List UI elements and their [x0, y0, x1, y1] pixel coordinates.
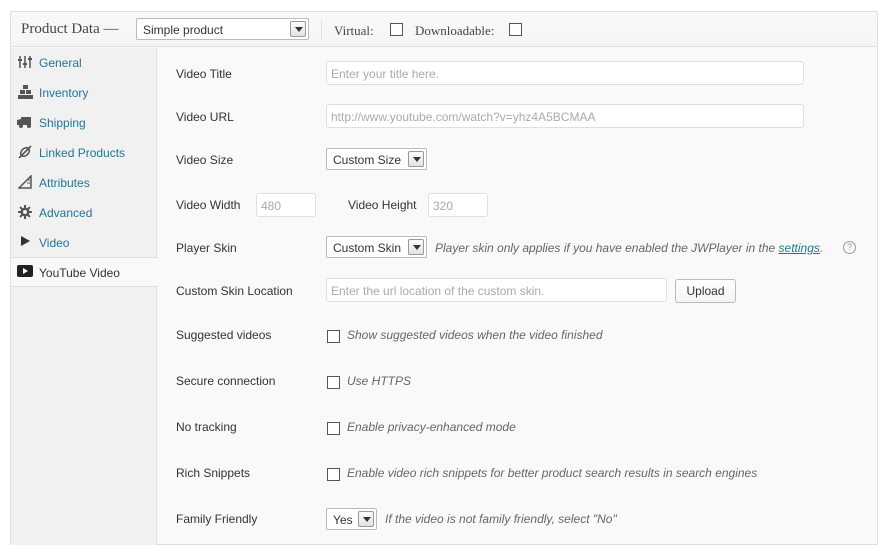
no-tracking-description: Enable privacy-enhanced mode: [347, 420, 516, 434]
gear-icon: [17, 205, 33, 221]
tab-video-label: Video: [39, 236, 70, 250]
chevron-down-icon: [358, 511, 374, 527]
panel-title: Product Data —: [21, 21, 119, 37]
family-friendly-label: Family Friendly: [176, 512, 258, 526]
tab-youtube-video-label: YouTube Video: [39, 266, 120, 280]
settings-link[interactable]: settings: [779, 241, 820, 255]
family-friendly-value: Yes: [333, 513, 353, 527]
video-title-label: Video Title: [176, 67, 232, 81]
product-data-panel: Product Data — Simple product Virtual: D…: [10, 11, 878, 545]
no-tracking-label: No tracking: [176, 420, 237, 434]
boxes-icon: [17, 85, 33, 101]
player-skin-select[interactable]: Custom Skin: [326, 236, 427, 258]
rich-snippets-checkbox[interactable]: [327, 468, 340, 481]
player-skin-label: Player Skin: [176, 241, 237, 255]
player-skin-desc-end: .: [819, 241, 824, 255]
chevron-down-icon: [408, 239, 424, 255]
tab-advanced[interactable]: Advanced: [11, 198, 157, 228]
help-icon[interactable]: ?: [843, 241, 856, 254]
video-width-label: Video Width: [176, 198, 241, 212]
tab-inventory[interactable]: Inventory: [11, 78, 157, 108]
virtual-label: Virtual:: [334, 23, 374, 38]
suggested-videos-description: Show suggested videos when the video fin…: [347, 328, 603, 342]
sliders-icon: [17, 55, 33, 71]
player-skin-value: Custom Skin: [333, 241, 402, 255]
tab-video[interactable]: Video: [11, 228, 157, 258]
play-icon: [17, 235, 33, 251]
tab-general[interactable]: General: [11, 48, 157, 78]
tab-youtube-video[interactable]: YouTube Video: [11, 257, 158, 287]
secure-connection-label: Secure connection: [176, 374, 276, 388]
custom-skin-location-label: Custom Skin Location: [176, 284, 293, 298]
link-icon: [17, 145, 33, 161]
family-friendly-select[interactable]: Yes: [326, 508, 377, 530]
product-type-select[interactable]: Simple product: [136, 18, 309, 40]
no-tracking-checkbox[interactable]: [327, 422, 340, 435]
suggested-videos-label: Suggested videos: [176, 328, 272, 342]
family-friendly-description: If the video is not family friendly, sel…: [385, 512, 617, 526]
ruler-icon: [17, 174, 33, 191]
downloadable-label: Downloadable:: [415, 23, 495, 38]
secure-connection-description: Use HTTPS: [347, 374, 412, 388]
tab-shipping-label: Shipping: [39, 116, 86, 130]
tab-attributes[interactable]: Attributes: [11, 168, 157, 198]
tab-advanced-label: Advanced: [39, 206, 93, 220]
video-url-label: Video URL: [176, 110, 234, 124]
chevron-down-icon: [408, 151, 424, 167]
player-skin-desc-text: Player skin only applies if you have ena…: [435, 241, 779, 255]
secure-connection-checkbox[interactable]: [327, 376, 340, 389]
virtual-checkbox[interactable]: [390, 23, 403, 36]
video-size-label: Video Size: [176, 153, 234, 167]
header-divider: [321, 20, 322, 39]
video-title-input[interactable]: Enter your title here.: [326, 61, 804, 85]
upload-button[interactable]: Upload: [675, 279, 736, 303]
product-data-tabs: General Inventory Shipping Linked Produc…: [11, 48, 158, 545]
product-data-header: Product Data — Simple product Virtual: D…: [11, 12, 877, 47]
video-height-input[interactable]: 320: [428, 193, 488, 217]
video-size-select[interactable]: Custom Size: [326, 148, 427, 170]
tab-inventory-label: Inventory: [39, 86, 89, 100]
player-skin-description: Player skin only applies if you have ena…: [435, 241, 823, 255]
suggested-videos-checkbox[interactable]: [327, 330, 340, 343]
chevron-down-icon: [290, 21, 306, 37]
tab-general-label: General: [39, 56, 82, 70]
video-height-label: Video Height: [348, 198, 417, 212]
rich-snippets-label: Rich Snippets: [176, 466, 251, 480]
video-width-input[interactable]: 480: [256, 193, 316, 217]
tab-attributes-label: Attributes: [39, 176, 90, 190]
tab-linked-products[interactable]: Linked Products: [11, 138, 157, 168]
product-type-value: Simple product: [143, 23, 224, 37]
custom-skin-location-input[interactable]: Enter the url location of the custom ski…: [326, 278, 667, 302]
video-url-input[interactable]: http://www.youtube.com/watch?v=yhz4A5BCM…: [326, 104, 804, 128]
rich-snippets-description: Enable video rich snippets for better pr…: [347, 466, 758, 480]
tab-linked-products-label: Linked Products: [39, 146, 126, 160]
video-size-value: Custom Size: [333, 153, 402, 167]
youtube-icon: [17, 265, 33, 281]
tab-shipping[interactable]: Shipping: [11, 108, 157, 138]
truck-icon: [17, 115, 33, 131]
downloadable-checkbox[interactable]: [509, 23, 522, 36]
